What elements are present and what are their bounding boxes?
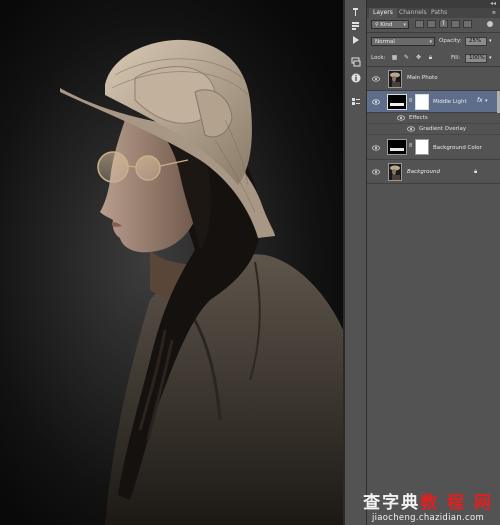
site-watermark: 查字典教 程 网 jiaocheng.chazidian.com	[360, 493, 496, 523]
lock-all-icon[interactable]: 🔒︎	[427, 54, 434, 61]
layer-name[interactable]: Main Photo	[407, 75, 438, 81]
effect-gradient-overlay-row[interactable]: Gradient Overlay	[367, 124, 500, 135]
layer-mask-thumbnail[interactable]	[415, 139, 429, 155]
filter-kind-select[interactable]: ⚲ Kind ▾	[371, 20, 409, 29]
filter-pixel-icon[interactable]	[415, 20, 424, 28]
link-chain-icon[interactable]: 8	[409, 143, 412, 149]
fill-field[interactable]: 100%	[465, 54, 487, 63]
visibility-eye-icon[interactable]	[397, 115, 405, 121]
filter-row: ⚲ Kind ▾ T	[367, 19, 500, 30]
watermark-title-part2: 教 程 网	[420, 493, 493, 513]
filter-adjustment-icon[interactable]	[427, 20, 436, 28]
panel-tabs: Layers Channels Paths ≡	[367, 8, 500, 18]
opacity-label: Opacity:	[439, 38, 462, 44]
chevron-down-icon: ▾	[429, 39, 432, 45]
lock-position-icon[interactable]: ✥	[415, 54, 422, 61]
layer-thumbnail	[388, 163, 402, 181]
filter-kind-value: Kind	[380, 22, 393, 28]
lock-transparent-icon[interactable]: ▦	[391, 54, 398, 61]
fill-label: Fill:	[451, 55, 461, 61]
panel-topbar: ◂◂	[367, 0, 500, 8]
tab-layers[interactable]: Layers	[369, 8, 397, 18]
document-canvas[interactable]	[0, 0, 343, 525]
layer-thumbnail-light	[390, 103, 404, 106]
filter-type-icon[interactable]: T	[439, 20, 448, 28]
brush-history-icon[interactable]	[349, 6, 362, 17]
blend-mode-select[interactable]: Normal ▾	[371, 37, 435, 46]
properties-icon[interactable]	[349, 96, 362, 107]
play-icon[interactable]	[349, 34, 362, 45]
effects-row[interactable]: Effects	[367, 113, 500, 124]
visibility-eye-icon[interactable]	[407, 126, 415, 132]
lock-label: Lock:	[371, 55, 386, 61]
visibility-eye-icon[interactable]	[372, 76, 380, 82]
watermark-title-part1: 查字典	[363, 493, 421, 513]
watermark-title: 查字典教 程 网	[360, 493, 496, 513]
layer-thumbnail	[387, 139, 407, 155]
lock-icon: 🔒︎	[474, 168, 478, 175]
expand-effects-icon[interactable]: ▾	[485, 98, 488, 104]
filter-shape-icon[interactable]	[451, 20, 460, 28]
layer-thumbnail-light	[390, 148, 404, 151]
layers-panel: ◂◂ Layers Channels Paths ≡ ⚲ Kind ▾ T No…	[367, 0, 500, 525]
visibility-eye-icon[interactable]	[372, 99, 380, 105]
layer-middle-light[interactable]: 8 Middle Light fx ▾	[367, 91, 500, 113]
layer-name[interactable]: Middle Light	[433, 99, 467, 105]
filter-toggle-icon[interactable]	[487, 21, 493, 27]
layers-stack-icon[interactable]	[349, 56, 362, 67]
lock-image-icon[interactable]: ✎	[403, 54, 410, 61]
visibility-eye-icon[interactable]	[372, 169, 380, 175]
brush-preset-icon[interactable]	[349, 20, 362, 31]
link-chain-icon[interactable]: 8	[409, 98, 412, 104]
collapsed-panel-strip	[345, 0, 367, 525]
tab-channels[interactable]: Channels	[395, 8, 431, 18]
effects-label: Effects	[409, 115, 428, 121]
effect-name: Gradient Overlay	[419, 126, 467, 132]
opacity-slider-icon[interactable]: ▾	[489, 38, 492, 44]
opacity-field[interactable]: 25%	[465, 37, 487, 46]
fx-icon[interactable]: fx	[477, 97, 483, 104]
chevron-down-icon: ▾	[403, 22, 406, 28]
layer-thumbnail	[388, 70, 402, 88]
blend-mode-value: Normal	[375, 39, 395, 45]
visibility-eye-icon[interactable]	[372, 145, 380, 151]
fill-slider-icon[interactable]: ▾	[489, 55, 492, 61]
layer-thumbnail	[387, 94, 407, 110]
layer-background[interactable]: Background 🔒︎	[367, 160, 500, 184]
layer-name[interactable]: Background Color	[433, 145, 482, 151]
panel-menu-icon[interactable]: ≡	[492, 10, 496, 16]
layer-background-color[interactable]: 8 Background Color	[367, 135, 500, 160]
blend-row: Normal ▾ Opacity: 25% ▾	[367, 36, 500, 47]
layer-main-photo[interactable]: Main Photo	[367, 67, 500, 91]
layer-mask-thumbnail[interactable]	[415, 94, 429, 110]
watermark-url: jiaocheng.chazidian.com	[371, 513, 485, 523]
layer-name[interactable]: Background	[407, 169, 440, 175]
info-icon[interactable]	[349, 72, 362, 83]
lock-row: Lock: ▦ ✎ ✥ 🔒︎ Fill: 100% ▾	[367, 53, 500, 64]
portrait-photo	[60, 39, 343, 525]
tab-paths[interactable]: Paths	[427, 8, 451, 18]
filter-smart-object-icon[interactable]	[463, 20, 472, 28]
collapse-icon[interactable]: ◂◂	[490, 0, 496, 8]
